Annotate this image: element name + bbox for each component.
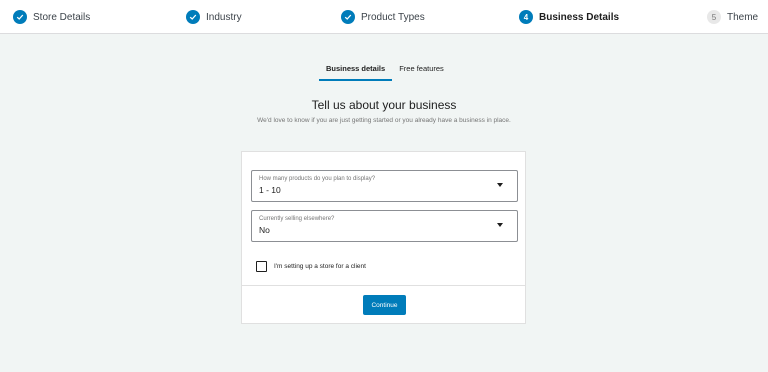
continue-button[interactable]: Continue bbox=[363, 295, 406, 315]
step-label: Industry bbox=[206, 11, 242, 23]
step-label: Store Details bbox=[33, 11, 91, 23]
selling-elsewhere-label: Currently selling elsewhere? bbox=[259, 216, 335, 222]
tab-bar: Business details Free features bbox=[319, 60, 451, 82]
step-number-badge: 5 bbox=[707, 10, 721, 24]
tab-free-features[interactable]: Free features bbox=[392, 60, 451, 81]
setup-stepper: Store Details Industry Product Types 4 B… bbox=[0, 0, 768, 34]
check-icon bbox=[13, 10, 27, 24]
selling-elsewhere-select[interactable]: Currently selling elsewhere? No bbox=[251, 210, 518, 242]
step-label: Product Types bbox=[361, 11, 425, 23]
client-store-checkbox-label[interactable]: I'm setting up a store for a client bbox=[274, 263, 366, 270]
caret-down-icon bbox=[497, 223, 503, 227]
caret-down-icon bbox=[497, 183, 503, 187]
tab-business-details[interactable]: Business details bbox=[319, 60, 393, 81]
page-title: Tell us about your business bbox=[311, 98, 457, 112]
products-count-select[interactable]: How many products do you plan to display… bbox=[251, 170, 518, 202]
step-number-badge: 4 bbox=[519, 10, 533, 24]
step-business-details[interactable]: 4 Business Details bbox=[519, 9, 619, 25]
step-store-details[interactable]: Store Details bbox=[13, 9, 90, 25]
step-product-types[interactable]: Product Types bbox=[341, 9, 425, 25]
business-details-card: How many products do you plan to display… bbox=[241, 151, 526, 324]
check-icon bbox=[341, 10, 355, 24]
page-subtitle: We'd love to know if you are just gettin… bbox=[257, 117, 511, 124]
client-store-option: I'm setting up a store for a client bbox=[256, 261, 366, 272]
card-divider bbox=[242, 285, 525, 286]
step-label: Business Details bbox=[539, 11, 620, 23]
products-count-label: How many products do you plan to display… bbox=[259, 176, 376, 182]
step-theme[interactable]: 5 Theme bbox=[707, 9, 758, 25]
step-industry[interactable]: Industry bbox=[186, 9, 242, 25]
products-count-value: 1 - 10 bbox=[259, 185, 281, 195]
step-label: Theme bbox=[727, 11, 759, 23]
client-store-checkbox[interactable] bbox=[256, 261, 267, 272]
check-icon bbox=[186, 10, 200, 24]
selling-elsewhere-value: No bbox=[259, 225, 270, 235]
